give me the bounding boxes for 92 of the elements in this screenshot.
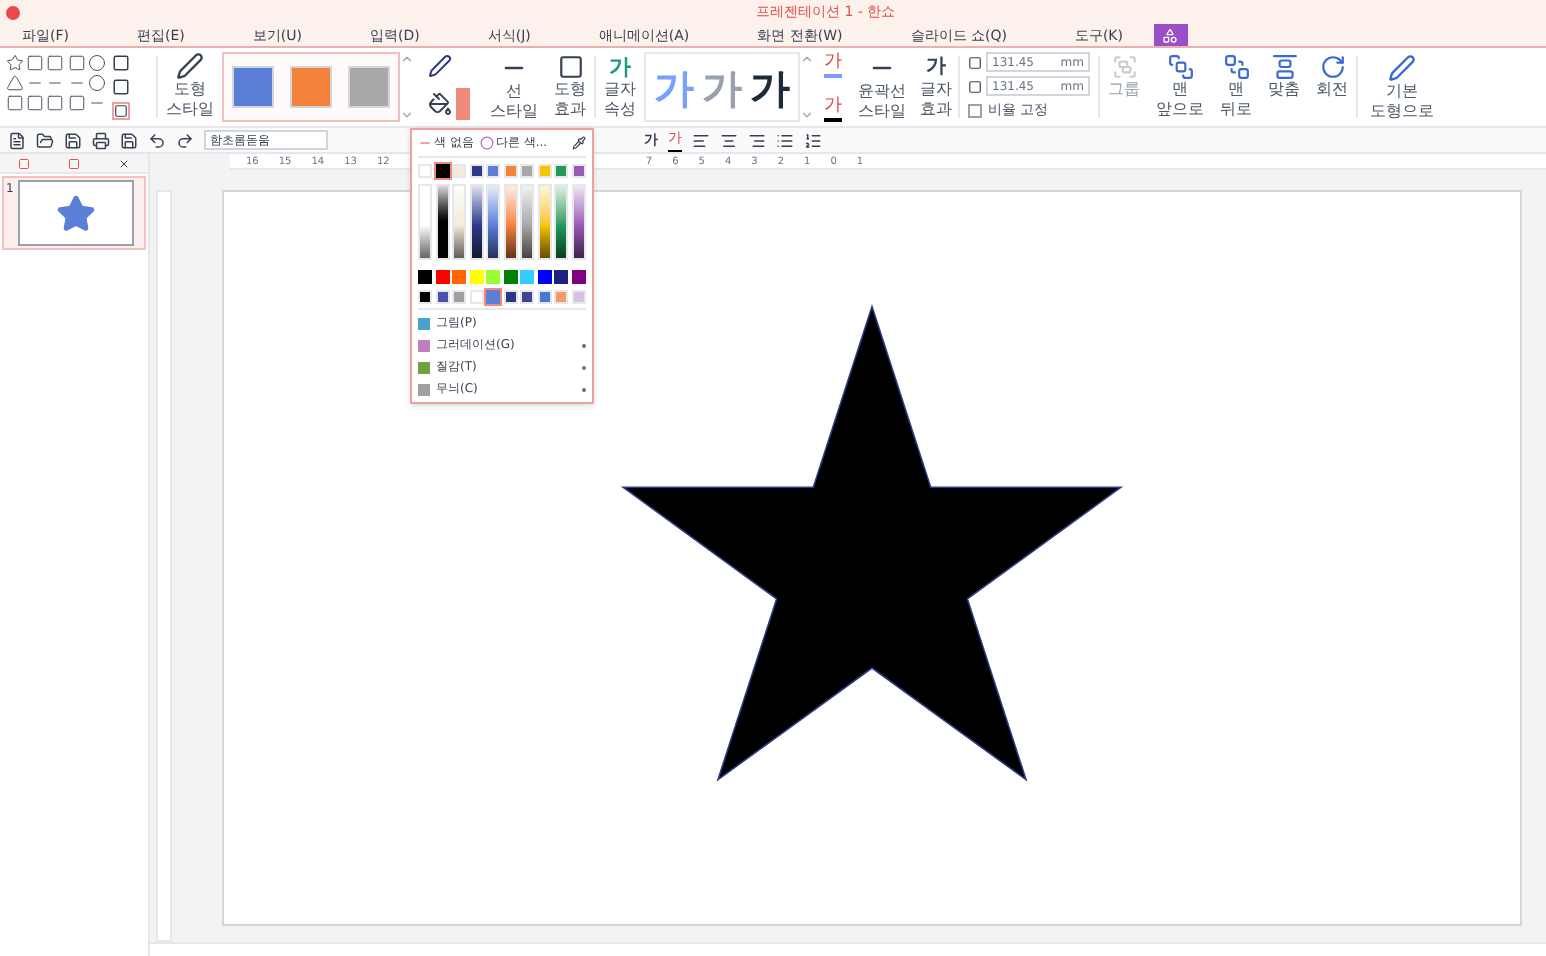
- line-color-icon[interactable]: [428, 54, 452, 78]
- color-swatch[interactable]: [571, 290, 586, 304]
- shade-column[interactable]: [554, 184, 569, 260]
- color-swatch[interactable]: [469, 270, 484, 284]
- color-swatch[interactable]: [537, 290, 552, 304]
- outline-style-label: 윤곽선 스타일: [858, 82, 906, 122]
- color-swatch[interactable]: [537, 164, 552, 178]
- toolbar-icon[interactable]: [148, 131, 166, 149]
- style-swatch[interactable]: [348, 66, 390, 108]
- toolbar-icon[interactable]: [120, 131, 138, 149]
- arrange-label: 회전: [1316, 80, 1348, 100]
- style-swatch[interactable]: [232, 66, 274, 108]
- color-swatch[interactable]: [554, 270, 569, 284]
- shape-effect-icon[interactable]: [557, 54, 583, 80]
- toolbar-icon[interactable]: [92, 131, 110, 149]
- arrange-label: 맞춤: [1268, 80, 1300, 100]
- text-color-glyph[interactable]: 가: [824, 52, 842, 78]
- toolbar-icon[interactable]: [36, 131, 54, 149]
- star-icon: [55, 193, 96, 233]
- line-style-label: 선 스타일: [490, 82, 538, 122]
- color-swatch[interactable]: [435, 164, 450, 178]
- default-shape-icon[interactable]: [1388, 54, 1416, 82]
- color-swatch[interactable]: [503, 164, 518, 178]
- star-shape[interactable]: [620, 303, 1124, 782]
- toolbar-icon[interactable]: [776, 131, 794, 149]
- color-swatch[interactable]: [418, 290, 432, 304]
- toolbar-icon[interactable]: [64, 131, 82, 149]
- outline-color-glyph[interactable]: 가: [824, 96, 842, 122]
- color-swatch[interactable]: [520, 290, 535, 304]
- color-swatch[interactable]: [486, 270, 501, 284]
- color-swatch[interactable]: [503, 270, 518, 284]
- ribbon-toggle-button[interactable]: [1153, 24, 1188, 46]
- shade-column[interactable]: [520, 184, 535, 260]
- color-swatch[interactable]: [554, 164, 569, 178]
- shapes-icon: [1162, 27, 1179, 43]
- horizontal-scrollbar[interactable]: [150, 942, 1546, 956]
- text-effect-label: 글자 효과: [920, 80, 952, 120]
- slides-tab-icon[interactable]: [67, 157, 80, 169]
- arrange-icon[interactable]: [1271, 54, 1297, 80]
- shade-column[interactable]: [486, 184, 501, 260]
- shape-icon[interactable]: [6, 54, 24, 72]
- arrange-icon[interactable]: [1223, 54, 1249, 80]
- ratio-lock-checkbox[interactable]: [968, 103, 982, 118]
- arrange-icon[interactable]: [1167, 54, 1193, 80]
- color-swatch[interactable]: [503, 290, 518, 304]
- arrange-label: 맨 앞으로: [1156, 80, 1204, 120]
- shade-column[interactable]: [571, 184, 586, 260]
- color-swatch[interactable]: [418, 270, 432, 284]
- arrange-icon[interactable]: [1319, 54, 1345, 80]
- arrange-label: 그룹: [1108, 80, 1140, 100]
- color-swatch[interactable]: [554, 290, 569, 304]
- toolbar-icon[interactable]: [692, 131, 710, 149]
- shape-style-label: 도형 스타일: [166, 80, 214, 120]
- color-swatch[interactable]: [571, 164, 586, 178]
- color-swatch[interactable]: [435, 270, 450, 284]
- color-swatch[interactable]: [452, 164, 467, 178]
- fill-color-icon[interactable]: [428, 92, 452, 116]
- shape-style-icon[interactable]: [176, 52, 204, 80]
- toolbar-icon[interactable]: [748, 131, 766, 149]
- outline-tab-icon[interactable]: [18, 157, 31, 169]
- color-swatch[interactable]: [520, 164, 535, 178]
- toolbar-icon[interactable]: [804, 131, 822, 149]
- eyedropper-icon[interactable]: [572, 136, 586, 150]
- shade-column[interactable]: [469, 184, 484, 260]
- toolbar-icon[interactable]: [720, 131, 738, 149]
- shade-column[interactable]: [435, 184, 450, 260]
- color-swatch[interactable]: [452, 270, 467, 284]
- shape-effect-label: 도형 효과: [554, 80, 586, 120]
- shade-column[interactable]: [503, 184, 518, 260]
- toolbar-icon[interactable]: [8, 131, 26, 149]
- color-swatch[interactable]: [435, 290, 450, 304]
- color-swatch[interactable]: [452, 290, 467, 304]
- close-icon[interactable]: [117, 157, 130, 169]
- color-swatch[interactable]: [571, 270, 586, 284]
- no-color-icon: [418, 136, 432, 150]
- color-swatch[interactable]: [520, 270, 535, 284]
- app-logo-icon: [6, 5, 20, 19]
- color-swatch[interactable]: [537, 270, 552, 284]
- toolbar-icon[interactable]: [176, 131, 194, 149]
- color-swatch[interactable]: [486, 164, 501, 178]
- default-shape-label: 기본 도형으로: [1370, 82, 1434, 122]
- text-props-label: 글자 속성: [604, 80, 636, 120]
- color-swatch[interactable]: [469, 290, 484, 304]
- color-wheel-icon: [479, 136, 494, 150]
- text-style-sample[interactable]: 가: [750, 65, 790, 109]
- text-effect-glyph[interactable]: 가: [926, 54, 946, 80]
- color-swatch[interactable]: [418, 164, 432, 178]
- shade-column[interactable]: [537, 184, 552, 260]
- color-swatch[interactable]: [486, 290, 501, 304]
- style-swatch[interactable]: [290, 66, 332, 108]
- color-swatch[interactable]: [469, 164, 484, 178]
- arrange-label: 맨 뒤로: [1220, 80, 1252, 120]
